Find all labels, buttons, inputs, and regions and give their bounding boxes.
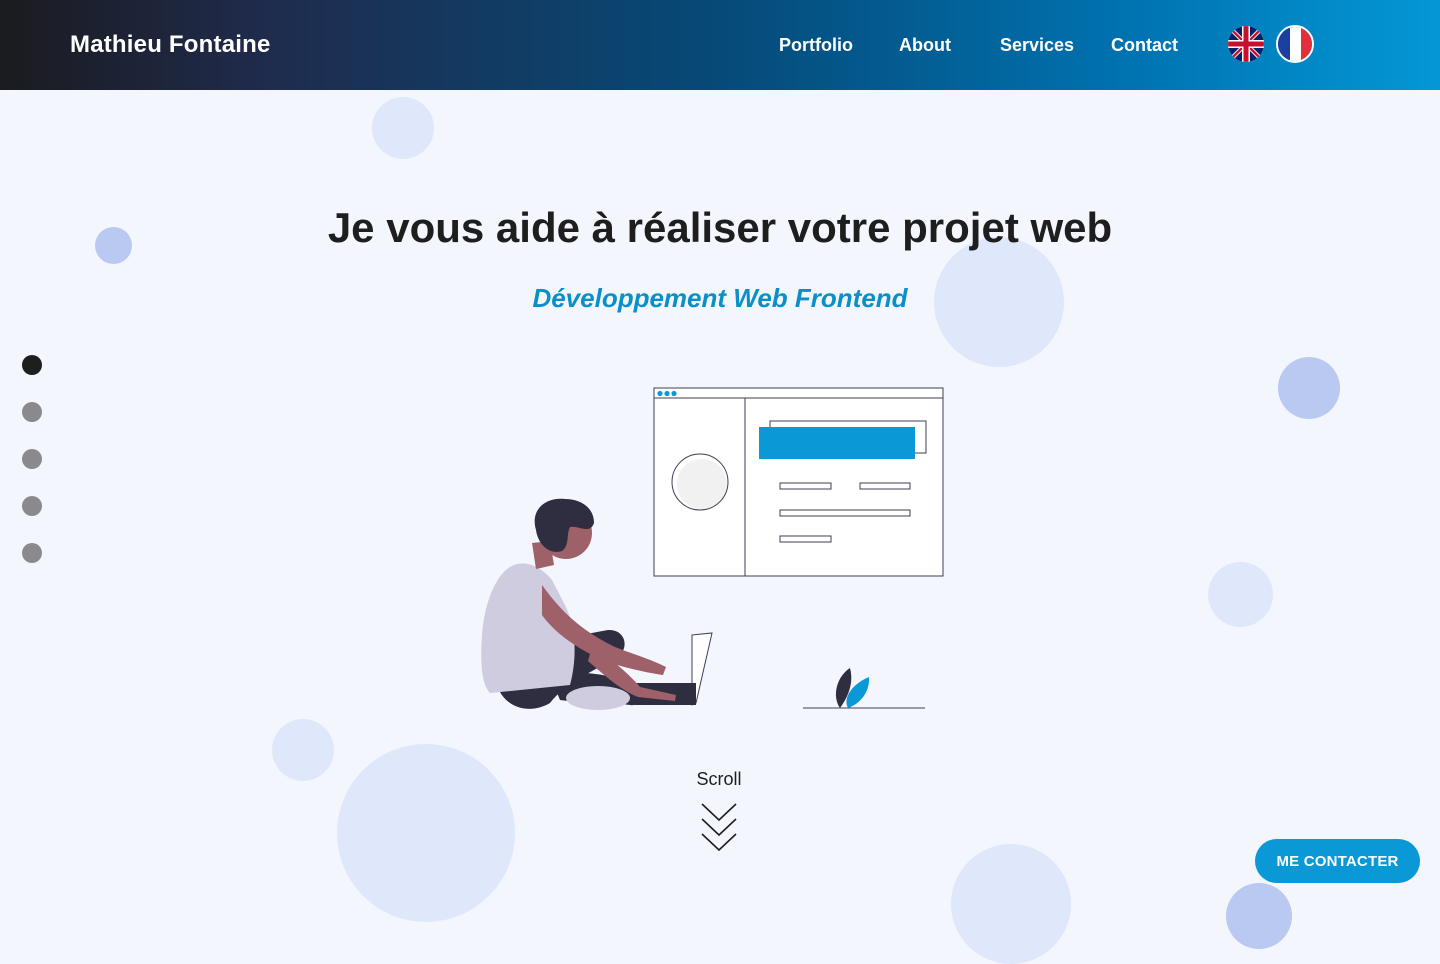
nav-link-portfolio[interactable]: Portfolio [779,33,853,57]
section-dots [22,355,42,590]
section-dot-2[interactable] [22,402,42,422]
hero-subtitle: Développement Web Frontend [532,283,908,313]
contact-me-button[interactable]: ME CONTACTER [1255,839,1420,883]
france-flag-icon[interactable] [1276,25,1314,63]
decorative-bubble [372,97,434,159]
section-dot-5[interactable] [22,543,42,563]
uk-flag-icon[interactable] [1228,26,1264,62]
section-dot-4[interactable] [22,496,42,516]
nav-link-services[interactable]: Services [1000,33,1074,57]
section-dot-1[interactable] [22,355,42,375]
main-nav: Portfolio About Services Contact [0,33,1440,57]
hero-title: Je vous aide à réaliser votre projet web [327,204,1113,251]
hero-illustration [481,387,944,710]
scroll-label: Scroll [696,769,742,789]
nav-link-contact[interactable]: Contact [1111,33,1178,57]
nav-link-about[interactable]: About [899,33,951,57]
decorative-bubble [951,844,1071,964]
decorative-bubble [337,744,515,922]
decorative-bubble [1226,883,1292,949]
decorative-bubble [272,719,334,781]
scroll-down-chevrons-icon[interactable] [700,800,738,854]
section-dot-3[interactable] [22,449,42,469]
decorative-bubble [1278,357,1340,419]
site-header: Mathieu Fontaine Portfolio About Service… [0,0,1440,90]
decorative-bubble [1208,562,1273,627]
